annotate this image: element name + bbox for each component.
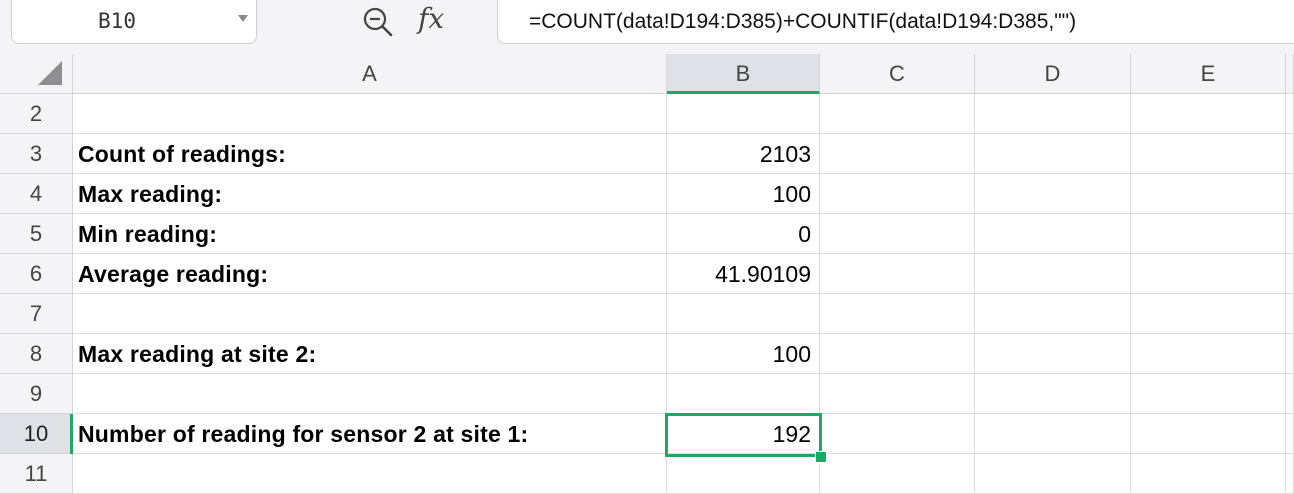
row-header-2[interactable]: 2 (0, 94, 73, 134)
column-header-b[interactable]: B (667, 54, 820, 94)
name-box[interactable]: B10 (11, 0, 257, 44)
column-header-partial[interactable] (1286, 54, 1294, 94)
cell-c8[interactable] (820, 334, 975, 374)
cell-c6[interactable] (820, 254, 975, 294)
cell-b2[interactable] (667, 94, 820, 134)
cell-d9[interactable] (975, 374, 1131, 414)
row-header-6[interactable]: 6 (0, 254, 73, 294)
cell-f11[interactable] (1286, 454, 1294, 494)
cell-a11[interactable] (73, 454, 667, 494)
cell-c10[interactable] (820, 414, 975, 454)
cell-c2[interactable] (820, 94, 975, 134)
magnifier-minus-icon[interactable] (360, 4, 396, 40)
cell-f3[interactable] (1286, 134, 1294, 174)
cell-d6[interactable] (975, 254, 1131, 294)
cell-d10[interactable] (975, 414, 1131, 454)
cell-d8[interactable] (975, 334, 1131, 374)
cell-c3[interactable] (820, 134, 975, 174)
cell-f9[interactable] (1286, 374, 1294, 414)
active-cell-outline (665, 413, 822, 457)
cell-d2[interactable] (975, 94, 1131, 134)
cell-b3[interactable]: 2103 (667, 134, 820, 174)
cell-e3[interactable] (1131, 134, 1286, 174)
cell-e6[interactable] (1131, 254, 1286, 294)
cell-a2[interactable] (73, 94, 667, 134)
cell-b6[interactable]: 41.90109 (667, 254, 820, 294)
column-header-d[interactable]: D (975, 54, 1131, 94)
cell-a8[interactable]: Max reading at site 2: (73, 334, 667, 374)
cell-e2[interactable] (1131, 94, 1286, 134)
cell-b9[interactable] (667, 374, 820, 414)
cell-a6[interactable]: Average reading: (73, 254, 667, 294)
cell-b5[interactable]: 0 (667, 214, 820, 254)
cell-b7[interactable] (667, 294, 820, 334)
formula-text: =COUNT(data!D194:D385)+COUNTIF(data!D194… (529, 10, 1077, 33)
cell-e11[interactable] (1131, 454, 1286, 494)
row-header-3[interactable]: 3 (0, 134, 73, 174)
cell-a3[interactable]: Count of readings: (73, 134, 667, 174)
select-all-triangle-icon (38, 61, 62, 85)
row-header-10[interactable]: 10 (0, 414, 73, 454)
cell-e10[interactable] (1131, 414, 1286, 454)
cell-a7[interactable] (73, 294, 667, 334)
cell-f4[interactable] (1286, 174, 1294, 214)
cell-f5[interactable] (1286, 214, 1294, 254)
cell-f2[interactable] (1286, 94, 1294, 134)
cell-a10[interactable]: Number of reading for sensor 2 at site 1… (73, 414, 667, 454)
cell-c4[interactable] (820, 174, 975, 214)
cell-d7[interactable] (975, 294, 1131, 334)
cell-e5[interactable] (1131, 214, 1286, 254)
row-header-8[interactable]: 8 (0, 334, 73, 374)
cell-a4[interactable]: Max reading: (73, 174, 667, 214)
cell-a5[interactable]: Min reading: (73, 214, 667, 254)
chevron-down-icon[interactable] (238, 15, 248, 22)
row-header-4[interactable]: 4 (0, 174, 73, 214)
cell-f6[interactable] (1286, 254, 1294, 294)
cell-e8[interactable] (1131, 334, 1286, 374)
cell-d11[interactable] (975, 454, 1131, 494)
fill-handle[interactable] (815, 451, 827, 463)
name-box-value: B10 (98, 9, 136, 33)
cell-f7[interactable] (1286, 294, 1294, 334)
cell-b8[interactable]: 100 (667, 334, 820, 374)
row-header-9[interactable]: 9 (0, 374, 73, 414)
cell-e4[interactable] (1131, 174, 1286, 214)
cell-e7[interactable] (1131, 294, 1286, 334)
cell-d3[interactable] (975, 134, 1131, 174)
cell-c5[interactable] (820, 214, 975, 254)
row-header-7[interactable]: 7 (0, 294, 73, 334)
column-header-c[interactable]: C (820, 54, 975, 94)
row-header-5[interactable]: 5 (0, 214, 73, 254)
cell-f10[interactable] (1286, 414, 1294, 454)
formula-input[interactable]: =COUNT(data!D194:D385)+COUNTIF(data!D194… (497, 0, 1294, 44)
cell-d4[interactable] (975, 174, 1131, 214)
cell-b4[interactable]: 100 (667, 174, 820, 214)
fx-icon[interactable]: fx (418, 0, 444, 40)
cell-f8[interactable] (1286, 334, 1294, 374)
column-header-a[interactable]: A (73, 54, 667, 94)
cell-d5[interactable] (975, 214, 1131, 254)
row-header-11[interactable]: 11 (0, 454, 73, 494)
cell-b11[interactable] (667, 454, 820, 494)
cell-c7[interactable] (820, 294, 975, 334)
select-all-corner[interactable] (0, 54, 73, 94)
cell-c9[interactable] (820, 374, 975, 414)
cell-e9[interactable] (1131, 374, 1286, 414)
cell-c11[interactable] (820, 454, 975, 494)
cell-a9[interactable] (73, 374, 667, 414)
column-header-e[interactable]: E (1131, 54, 1286, 94)
formula-bar: B10 fx =COUNT(data!D194:D385)+COUNTIF(da… (0, 0, 1294, 55)
